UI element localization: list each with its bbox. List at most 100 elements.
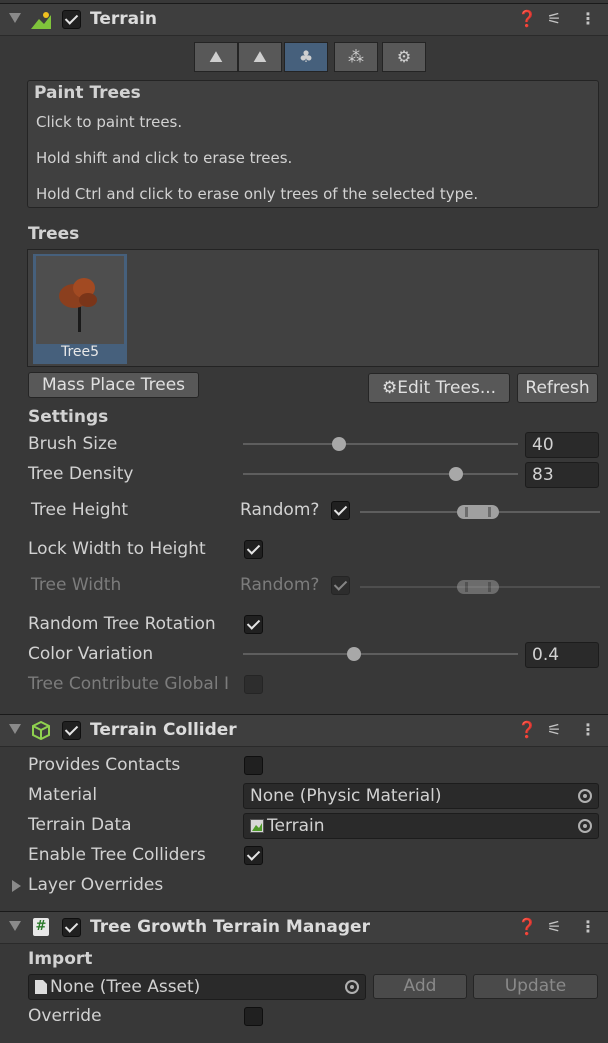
tree-item-label: Tree5 bbox=[60, 344, 100, 360]
override-checkbox[interactable] bbox=[244, 1007, 263, 1026]
brush-size-slider-thumb[interactable] bbox=[331, 437, 346, 451]
trees-label: Trees bbox=[28, 224, 80, 244]
tree-list[interactable]: Tree5 bbox=[27, 249, 599, 367]
presets-icon[interactable]: ⚟ bbox=[547, 720, 561, 739]
enable-tree-colliders-checkbox[interactable] bbox=[244, 846, 263, 865]
color-variation-slider-thumb[interactable] bbox=[347, 647, 362, 661]
help-icon[interactable]: ❓ bbox=[517, 720, 537, 739]
help-line-3: Hold Ctrl and click to erase only trees … bbox=[36, 185, 479, 203]
tree-width-label: Tree Width bbox=[31, 575, 122, 595]
help-line-1: Click to paint trees. bbox=[36, 113, 183, 131]
paint-trees-tool[interactable]: ♣ bbox=[284, 42, 328, 72]
tree-contribute-checkbox bbox=[244, 675, 263, 694]
terrain-data-field[interactable]: Terrain bbox=[243, 813, 599, 839]
add-button[interactable]: Add bbox=[373, 974, 467, 999]
color-variation-field[interactable]: 0.4 bbox=[525, 642, 599, 668]
random-rotation-checkbox[interactable] bbox=[244, 615, 263, 634]
gear-icon: ⚙ bbox=[381, 378, 398, 398]
help-line-2: Hold shift and click to erase trees. bbox=[36, 149, 293, 167]
brush-size-label: Brush Size bbox=[28, 434, 118, 454]
tree-growth-manager-header[interactable]: # Tree Growth Terrain Manager ❓ ⚟ ⋮ bbox=[0, 911, 608, 944]
refresh-button[interactable]: Refresh bbox=[517, 373, 598, 403]
context-menu-icon[interactable]: ⋮ bbox=[580, 9, 596, 28]
enable-tree-colliders-label: Enable Tree Colliders bbox=[28, 845, 206, 865]
terrain-collider-header[interactable]: Terrain Collider ❓ ⚟ ⋮ bbox=[0, 714, 608, 747]
terrain-collider-enabled-checkbox[interactable] bbox=[62, 721, 81, 740]
terrain-header[interactable]: Terrain ❓ ⚟ ⋮ bbox=[0, 3, 608, 36]
paint-details-icon: ⁂ bbox=[348, 47, 364, 66]
help-icon[interactable]: ❓ bbox=[517, 917, 537, 936]
tree-growth-manager-title: Tree Growth Terrain Manager bbox=[90, 917, 370, 937]
edit-trees-label: Edit Trees... bbox=[397, 378, 497, 398]
material-value: None (Physic Material) bbox=[250, 786, 442, 806]
tree-item[interactable]: Tree5 bbox=[33, 254, 127, 364]
tree-density-slider[interactable] bbox=[243, 473, 518, 475]
tree-density-label: Tree Density bbox=[28, 464, 134, 484]
terrain-settings-tool[interactable]: ⚙ bbox=[382, 42, 426, 72]
paint-details-tool[interactable]: ⁂ bbox=[334, 42, 378, 72]
document-icon bbox=[35, 980, 47, 994]
layer-overrides-foldout-icon[interactable] bbox=[12, 880, 21, 892]
tree-asset-value: None (Tree Asset) bbox=[50, 977, 201, 997]
tree-contribute-label: Tree Contribute Global I bbox=[28, 674, 229, 694]
foldout-arrow-icon[interactable] bbox=[9, 724, 21, 734]
provides-contacts-checkbox[interactable] bbox=[244, 756, 263, 775]
provides-contacts-label: Provides Contacts bbox=[28, 755, 181, 775]
tree-density-slider-thumb[interactable] bbox=[449, 467, 464, 481]
brush-size-slider[interactable] bbox=[243, 443, 518, 445]
tree-preview-icon bbox=[59, 278, 97, 332]
color-variation-label: Color Variation bbox=[28, 644, 154, 664]
tree-growth-manager-enabled-checkbox[interactable] bbox=[62, 918, 81, 937]
terrain-collider-title: Terrain Collider bbox=[90, 720, 237, 740]
update-button[interactable]: Update bbox=[473, 974, 598, 999]
terrain-data-value: Terrain bbox=[267, 816, 325, 836]
tree-asset-picker-icon[interactable] bbox=[345, 980, 359, 994]
raise-terrain-icon: ⛰ bbox=[209, 47, 223, 66]
help-box: Paint Trees Click to paint trees. Hold s… bbox=[27, 80, 599, 208]
paint-terrain-icon: ⛰ bbox=[253, 47, 267, 66]
terrain-data-picker-icon[interactable] bbox=[578, 819, 592, 833]
tree-width-random-checkbox bbox=[331, 576, 350, 595]
brush-size-field[interactable]: 40 bbox=[525, 432, 599, 458]
tree-density-field[interactable]: 83 bbox=[525, 462, 599, 488]
tree-width-range-thumb bbox=[457, 580, 499, 594]
settings-label: Settings bbox=[28, 407, 109, 427]
tree-asset-field[interactable]: None (Tree Asset) bbox=[28, 974, 366, 1000]
tree-height-random-checkbox[interactable] bbox=[331, 501, 350, 520]
context-menu-icon[interactable]: ⋮ bbox=[580, 917, 596, 936]
terrain-enabled-checkbox[interactable] bbox=[62, 10, 81, 29]
foldout-arrow-icon[interactable] bbox=[9, 13, 21, 23]
presets-icon[interactable]: ⚟ bbox=[547, 917, 561, 936]
random-rotation-label: Random Tree Rotation bbox=[28, 614, 216, 634]
foldout-arrow-icon[interactable] bbox=[9, 921, 21, 931]
mass-place-trees-button[interactable]: Mass Place Trees bbox=[28, 372, 199, 398]
tree-height-label: Tree Height bbox=[31, 500, 129, 520]
color-variation-slider[interactable] bbox=[243, 653, 518, 655]
material-label: Material bbox=[28, 785, 98, 805]
override-label: Override bbox=[28, 1006, 102, 1026]
terrain-settings-icon: ⚙ bbox=[396, 47, 412, 66]
import-label: Import bbox=[28, 949, 93, 969]
tree-height-range-thumb[interactable] bbox=[457, 505, 499, 519]
context-menu-icon[interactable]: ⋮ bbox=[580, 720, 596, 739]
help-title: Paint Trees bbox=[34, 83, 141, 103]
material-field[interactable]: None (Physic Material) bbox=[243, 783, 599, 809]
edit-trees-button[interactable]: ⚙Edit Trees... bbox=[368, 373, 510, 403]
terrain-data-label: Terrain Data bbox=[28, 815, 132, 835]
terrain-component-icon bbox=[31, 12, 51, 29]
tree-height-random-label: Random? bbox=[240, 500, 320, 520]
tree-thumbnail bbox=[36, 256, 124, 344]
raise-terrain-tool[interactable]: ⛰ bbox=[194, 42, 238, 72]
presets-icon[interactable]: ⚟ bbox=[547, 9, 561, 28]
layer-overrides-label[interactable]: Layer Overrides bbox=[28, 875, 163, 895]
paint-terrain-tool[interactable]: ⛰ bbox=[238, 42, 282, 72]
lock-width-checkbox[interactable] bbox=[244, 540, 263, 559]
lock-width-label: Lock Width to Height bbox=[28, 539, 206, 559]
help-icon[interactable]: ❓ bbox=[517, 9, 537, 28]
terrain-title: Terrain bbox=[90, 9, 158, 29]
material-picker-icon[interactable] bbox=[578, 789, 592, 803]
tree-width-random-label: Random? bbox=[240, 575, 320, 595]
terrain-asset-icon bbox=[250, 819, 264, 833]
script-icon: # bbox=[33, 918, 49, 936]
paint-trees-icon: ♣ bbox=[298, 47, 314, 66]
